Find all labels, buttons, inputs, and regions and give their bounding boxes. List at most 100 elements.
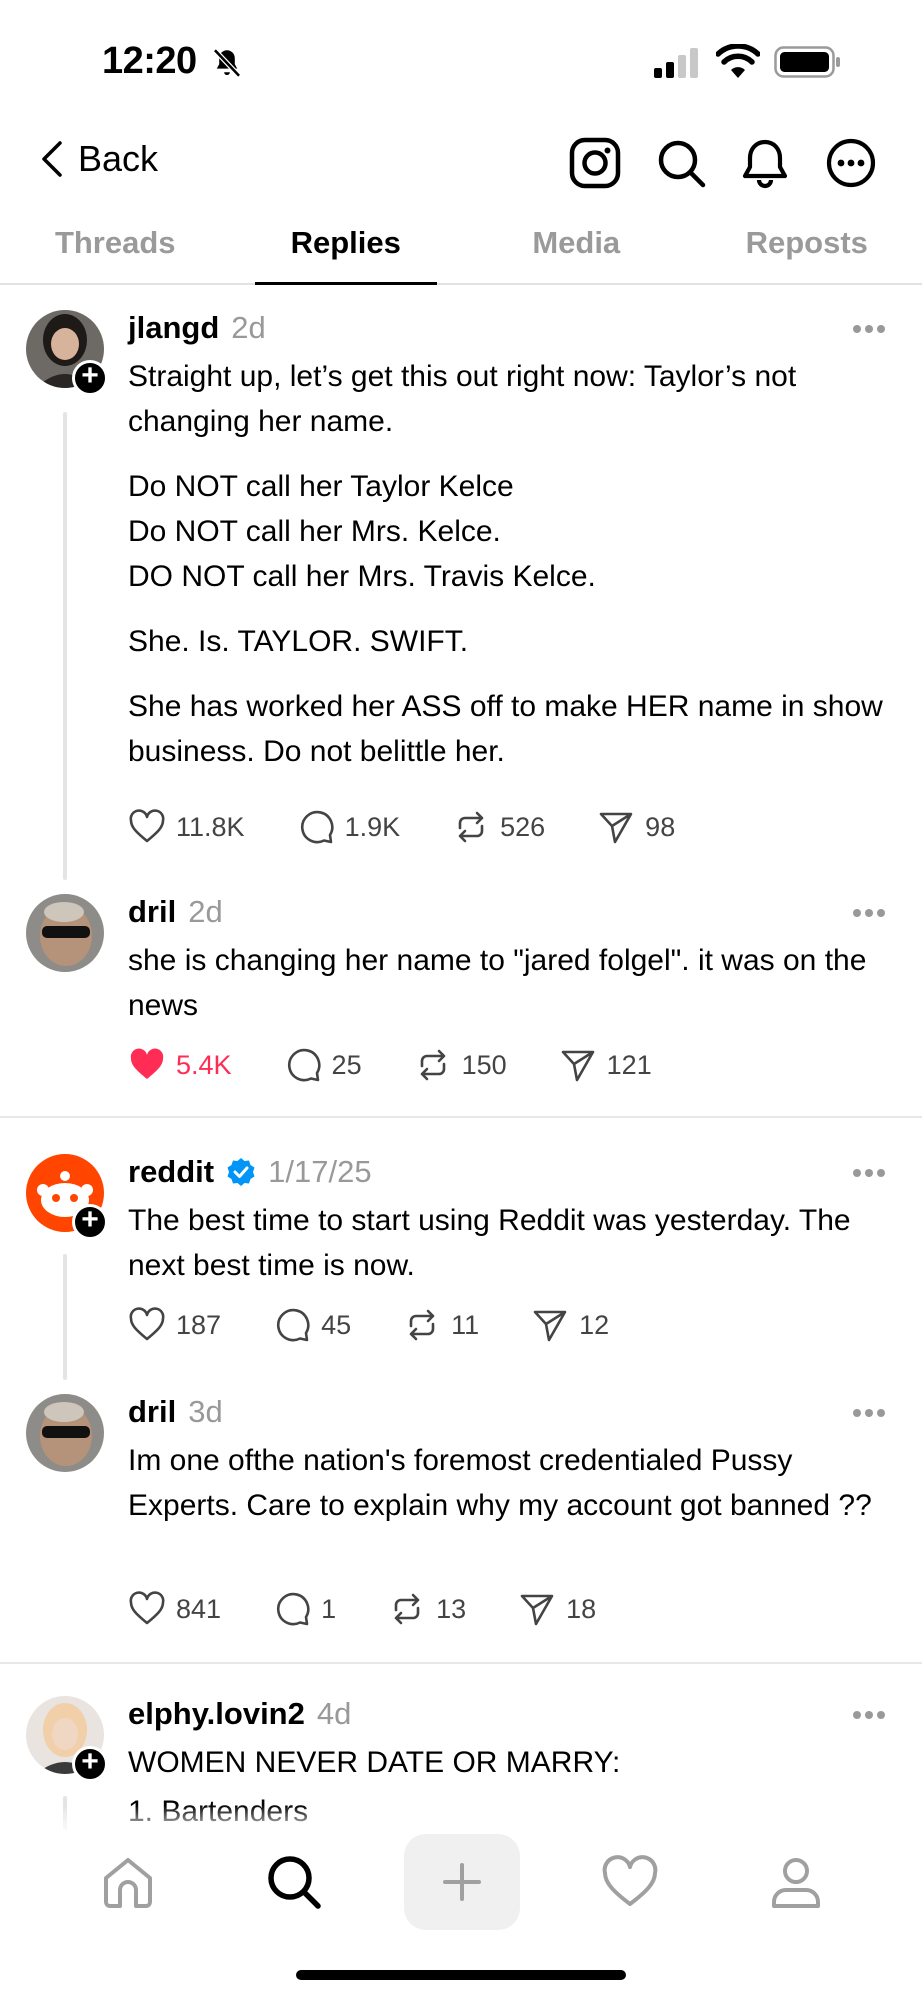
more-icon[interactable] — [852, 1168, 886, 1178]
follow-plus-icon[interactable]: + — [72, 360, 108, 396]
post-header: dril 3d — [128, 1394, 223, 1430]
top-nav: Back — [0, 130, 922, 200]
wifi-icon — [716, 44, 760, 78]
comment-icon — [277, 1308, 310, 1342]
timestamp: 2d — [231, 310, 266, 345]
timestamp: 2d — [188, 894, 223, 929]
repost-icon — [458, 811, 484, 843]
more-icon[interactable] — [852, 1710, 886, 1720]
share-count: 18 — [566, 1593, 597, 1624]
username[interactable]: elphy.lovin2 — [128, 1696, 305, 1732]
thread-connector — [63, 412, 67, 880]
post-paragraph: The best time to start using Reddit was … — [128, 1204, 851, 1282]
avatar[interactable] — [26, 894, 104, 972]
username[interactable]: dril — [128, 1394, 176, 1430]
more-icon[interactable] — [852, 908, 886, 918]
reply-button[interactable]: 1.9K — [297, 808, 401, 846]
repost-button[interactable]: 13 — [388, 1590, 466, 1628]
reply-button[interactable]: 45 — [273, 1306, 351, 1344]
like-button[interactable]: 187 — [128, 1306, 221, 1344]
comment-icon — [300, 810, 334, 844]
send-icon — [533, 1310, 567, 1342]
share-button[interactable]: 18 — [518, 1590, 596, 1628]
create-button[interactable] — [404, 1834, 520, 1930]
like-count: 5.4K — [176, 1049, 232, 1080]
like-button[interactable]: 841 — [128, 1590, 221, 1628]
chevron-left-icon — [42, 141, 62, 177]
thread-divider — [0, 1662, 922, 1664]
tab-replies[interactable]: Replies — [231, 215, 462, 285]
follow-plus-icon[interactable]: + — [72, 1204, 108, 1240]
share-count: 121 — [606, 1049, 652, 1080]
post-actions: 5.4K 25 150 121 — [128, 1046, 704, 1084]
search-icon[interactable] — [264, 1852, 324, 1912]
tab-threads[interactable]: Threads — [0, 215, 231, 283]
username[interactable]: reddit — [128, 1154, 214, 1190]
repost-icon — [394, 1593, 420, 1625]
share-button[interactable]: 121 — [559, 1046, 652, 1084]
profile-tabs: Threads Replies Media Reposts — [0, 215, 922, 285]
reply-button[interactable]: 1 — [273, 1590, 336, 1628]
instagram-icon[interactable] — [568, 136, 622, 190]
post-body: Straight up, let’s get this out right no… — [128, 354, 898, 794]
reply-count: 1.9K — [344, 811, 401, 842]
repost-button[interactable]: 11 — [403, 1306, 479, 1344]
share-button[interactable]: 98 — [597, 808, 675, 846]
send-icon — [599, 812, 633, 844]
like-button[interactable]: 5.4K — [128, 1046, 232, 1084]
post-paragraph: she is changing her name to "jared folge… — [128, 944, 867, 1022]
more-icon[interactable] — [852, 1408, 886, 1418]
repost-button[interactable]: 526 — [452, 808, 545, 846]
repost-count: 11 — [451, 1309, 480, 1340]
profile-icon[interactable] — [766, 1852, 826, 1912]
repost-icon — [409, 1309, 435, 1341]
bell-off-icon — [213, 48, 241, 78]
back-button[interactable]: Back — [40, 138, 158, 180]
follow-plus-icon[interactable]: + — [72, 1746, 108, 1782]
username[interactable]: jlangd — [128, 310, 219, 346]
search-icon[interactable] — [654, 136, 708, 190]
tab-media[interactable]: Media — [461, 215, 692, 283]
more-options-icon[interactable] — [824, 136, 878, 190]
post-paragraph: She. Is. TAYLOR. SWIFT. — [128, 625, 469, 658]
more-icon[interactable] — [852, 324, 886, 334]
repost-count: 150 — [461, 1049, 507, 1080]
post-paragraph: WOMEN NEVER DATE OR MARRY: — [128, 1746, 621, 1779]
repost-icon — [420, 1049, 445, 1081]
cellular-signal-icon — [654, 48, 698, 78]
repost-count: 13 — [436, 1593, 467, 1624]
avatar[interactable] — [26, 1394, 104, 1472]
post-paragraph: Do NOT call her Taylor Kelce Do NOT call… — [128, 470, 596, 593]
comment-icon — [287, 1048, 321, 1082]
status-bar: 12:20 — [0, 0, 922, 120]
heart-icon — [129, 1307, 165, 1341]
thread-post[interactable]: + reddit 1/17/25 The best time to start … — [0, 1140, 922, 1380]
post-actions: 841 1 13 18 — [128, 1590, 648, 1628]
like-button[interactable]: 11.8K — [128, 808, 245, 846]
post-paragraph: She has worked her ASS off to make HER n… — [128, 690, 883, 768]
thread-post[interactable]: dril 2d she is changing her name to "jar… — [0, 880, 922, 1110]
verified-badge-icon — [227, 1158, 255, 1186]
status-time: 12:20 — [102, 40, 197, 82]
like-count: 11.8K — [176, 811, 245, 842]
back-label: Back — [78, 138, 159, 179]
home-icon[interactable] — [98, 1852, 158, 1912]
reply-count: 25 — [331, 1049, 362, 1080]
thread-connector — [63, 1254, 67, 1380]
tab-reposts[interactable]: Reposts — [692, 215, 922, 283]
post-body: The best time to start using Reddit was … — [128, 1198, 898, 1308]
send-icon — [561, 1050, 594, 1082]
post-paragraph: Im one ofthe nation's foremost credentia… — [128, 1444, 872, 1522]
reply-button[interactable]: 25 — [284, 1046, 362, 1084]
share-button[interactable]: 12 — [531, 1306, 609, 1344]
timestamp: 1/17/25 — [268, 1154, 372, 1189]
plus-icon — [443, 1863, 481, 1901]
comment-icon — [277, 1592, 310, 1626]
activity-heart-icon[interactable] — [600, 1852, 660, 1912]
thread-post[interactable]: dril 3d Im one ofthe nation's foremost c… — [0, 1380, 922, 1660]
reply-count: 1 — [321, 1593, 337, 1624]
repost-button[interactable]: 150 — [414, 1046, 507, 1084]
username[interactable]: dril — [128, 894, 176, 930]
thread-post[interactable]: + jlangd 2d Straight up, let’s get this … — [0, 290, 922, 880]
bell-icon[interactable] — [738, 136, 792, 190]
